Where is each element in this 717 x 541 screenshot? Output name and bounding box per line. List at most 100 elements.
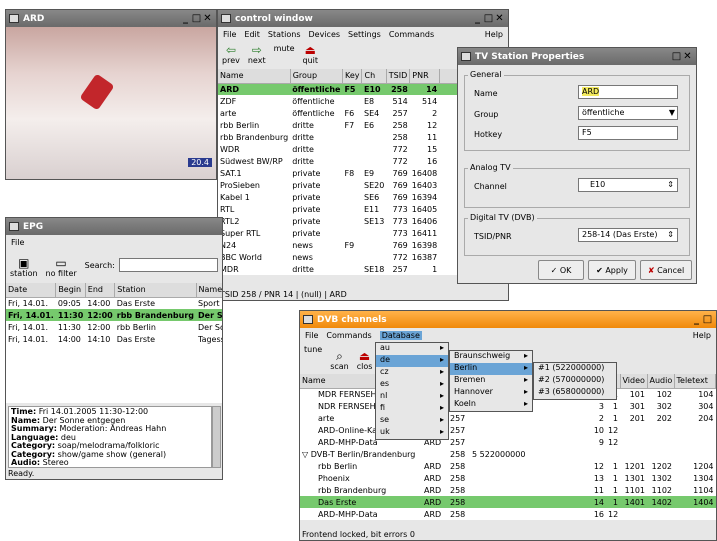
col-group[interactable]: Group — [290, 69, 343, 84]
next-button[interactable]: ⇨ next — [248, 44, 266, 65]
epg-row[interactable]: Fri, 14.01. 14:00 14:10 Das Erste Tagesschau — [6, 333, 222, 345]
channel-select[interactable]: E10 ⇕ — [578, 178, 678, 192]
maximize-icon[interactable]: □ — [671, 51, 682, 62]
menu-item[interactable]: Berlin ▸ — [450, 363, 532, 375]
dvb-cell — [470, 472, 536, 484]
col-tsid[interactable]: TSID — [386, 69, 411, 84]
col-video[interactable]: Video — [620, 374, 648, 389]
search-input[interactable] — [118, 258, 218, 272]
tsid-select[interactable]: 258-14 (Das Erste) ⇕ — [578, 228, 678, 242]
ok-button[interactable]: ✓ OK — [538, 260, 584, 280]
col-name[interactable]: Name — [196, 283, 222, 298]
hotkey-field[interactable]: F5 — [578, 126, 678, 140]
menu-item[interactable]: au ▸ — [376, 343, 448, 355]
menu-item[interactable]: Hannover ▸ — [450, 387, 532, 399]
col-teletext[interactable]: Teletext — [674, 374, 716, 389]
col-key[interactable]: Key — [342, 69, 363, 84]
dvb-row[interactable]: ▽ DVB-T Berlin/Brandenburg 258 5 522000000 — [300, 448, 716, 460]
menu-item[interactable]: Bremen ▸ — [450, 375, 532, 387]
menu-stations[interactable]: Stations — [268, 30, 301, 39]
tune-button[interactable]: tune — [304, 345, 322, 354]
station-cell: 258 — [392, 120, 408, 130]
menu-commands[interactable]: Commands — [326, 331, 371, 340]
close-button[interactable]: ⏏ clos — [357, 350, 373, 371]
dvb-row[interactable]: arte 257 2 1 201 202 204 — [300, 412, 716, 424]
epg-row[interactable]: Fri, 14.01. 11:30 12:00 rbb Brandenburg Der … — [6, 309, 222, 321]
analog-label: Analog TV — [468, 163, 513, 172]
video-frame[interactable]: 20.4 — [6, 27, 216, 179]
station-button[interactable]: ▣ station — [10, 257, 38, 278]
menu-item[interactable]: fi ▸ — [376, 403, 448, 415]
mute-button[interactable]: mute — [274, 44, 295, 53]
col-ch[interactable]: Ch — [361, 69, 387, 84]
dvb-row[interactable]: rbb Brandenburg ARD 258 11 1 1101 1102 1104 — [300, 484, 716, 496]
col-pnr[interactable]: PNR — [409, 69, 440, 84]
search-label: Search: — [84, 260, 115, 270]
col-begin[interactable]: Begin — [55, 283, 86, 298]
dvb-cell: 258 — [448, 496, 470, 508]
menu-commands[interactable]: Commands — [389, 30, 434, 39]
nofilter-button[interactable]: ▭ no filter — [46, 257, 77, 278]
menu-item[interactable]: se ▸ — [376, 415, 448, 427]
epg-details-scrollbar[interactable] — [212, 406, 221, 468]
maximize-icon[interactable]: □ — [702, 314, 713, 325]
close-icon[interactable]: ✕ — [202, 13, 213, 24]
menu-item[interactable]: cz ▸ — [376, 367, 448, 379]
menu-help[interactable]: Help — [485, 30, 503, 39]
menu-item[interactable]: uk ▸ — [376, 427, 448, 439]
prev-button[interactable]: ⇦ prev — [222, 44, 240, 65]
channel-value: E10 — [590, 180, 606, 189]
ard-titlebar[interactable]: ARD _ □ ✕ — [6, 10, 216, 27]
menu-file[interactable]: File — [11, 238, 24, 247]
dvb-row[interactable]: ARD-MHP-Data ARD 258 16 12 — [300, 508, 716, 520]
group-select[interactable]: öffentliche ▼ — [578, 106, 678, 120]
col-date[interactable]: Date — [6, 283, 57, 298]
dvb-row[interactable]: Das Erste ARD 258 14 1 1401 1402 1404 — [300, 496, 716, 508]
station-cell: SE6 — [363, 192, 380, 202]
menu-item[interactable]: Koeln ▸ — [450, 399, 532, 411]
close-icon[interactable]: ✕ — [682, 51, 693, 62]
menu-item[interactable]: de ▸ — [376, 355, 448, 367]
dvb-row[interactable]: ARD-Online-KanalARD2571012 — [300, 424, 716, 436]
menu-settings[interactable]: Settings — [348, 30, 381, 39]
menu-database[interactable]: Database — [379, 331, 422, 340]
minimize-icon[interactable]: _ — [472, 13, 483, 24]
menu-item[interactable]: #2 (570000000) — [534, 375, 616, 387]
menu-item[interactable]: #3 (658000000) — [534, 387, 616, 399]
maximize-icon[interactable]: □ — [191, 13, 202, 24]
epg-titlebar[interactable]: EPG — [6, 218, 222, 235]
minimize-icon[interactable]: _ — [691, 314, 702, 325]
close-icon[interactable]: ✕ — [494, 13, 505, 24]
menu-item[interactable]: Braunschweig ▸ — [450, 351, 532, 363]
station-cell — [362, 131, 386, 143]
epg-row[interactable]: Fri, 14.01. 09:05 14:00 Das Erste Sport — [6, 297, 222, 309]
menu-file[interactable]: File — [223, 30, 236, 39]
menu-item[interactable]: nl ▸ — [376, 391, 448, 403]
ard-title: ARD — [23, 13, 45, 24]
menu-item[interactable]: #1 (522000000) — [534, 363, 616, 375]
scan-button[interactable]: ⌕ scan — [330, 350, 349, 371]
properties-titlebar[interactable]: TV Station Properties □ ✕ — [458, 48, 696, 65]
cancel-button[interactable]: ✘ Cancel — [640, 260, 692, 280]
dvb-row[interactable]: Phoenix ARD 258 13 1 1301 1302 1304 — [300, 472, 716, 484]
menu-help[interactable]: Help — [693, 331, 711, 340]
control-titlebar[interactable]: control window _ □ ✕ — [218, 10, 508, 27]
col-audio[interactable]: Audio — [647, 374, 675, 389]
maximize-icon[interactable]: □ — [483, 13, 494, 24]
menu-devices[interactable]: Devices — [309, 30, 341, 39]
name-field[interactable]: ARD — [578, 85, 678, 99]
dvb-row[interactable]: rbb Berlin ARD 258 12 1 1201 1202 1204 — [300, 460, 716, 472]
menu-edit[interactable]: Edit — [244, 30, 260, 39]
col-end[interactable]: End — [85, 283, 116, 298]
col-name[interactable]: Name — [218, 69, 291, 84]
menu-item[interactable]: es ▸ — [376, 379, 448, 391]
minimize-icon[interactable]: _ — [180, 13, 191, 24]
dvb-titlebar[interactable]: DVB channels _ □ — [300, 311, 716, 328]
dvb-cell: 1401 — [620, 496, 647, 508]
menu-file[interactable]: File — [305, 331, 318, 340]
dvb-row[interactable]: ARD-MHP-Data ARD 257 9 12 — [300, 436, 716, 448]
apply-button[interactable]: ✔ Apply — [588, 260, 636, 280]
col-station[interactable]: Station — [114, 283, 197, 298]
epg-row[interactable]: Fri, 14.01. 11:30 12:00 rbb Berlin Der Sonne… — [6, 321, 222, 333]
quit-button[interactable]: ⏏ quit — [303, 44, 319, 65]
